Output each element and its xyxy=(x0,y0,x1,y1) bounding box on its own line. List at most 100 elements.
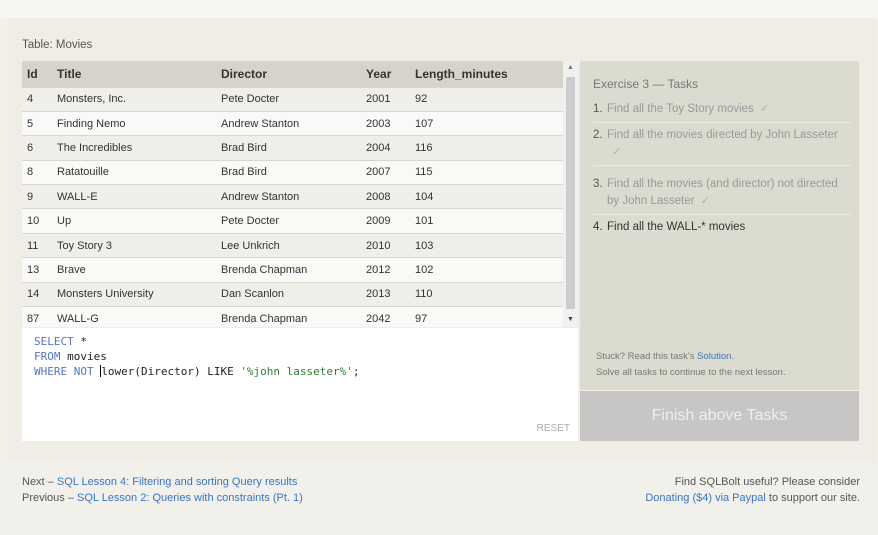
scroll-up-icon[interactable]: ▲ xyxy=(563,61,578,75)
sql-text: movies xyxy=(60,350,107,363)
cell-length: 104 xyxy=(410,184,563,209)
cell-director: Dan Scanlon xyxy=(216,281,361,307)
table-row: 14 Monsters University Dan Scanlon 2013 110 xyxy=(22,281,563,307)
task-item-3: 3. Find all the movies (and director) no… xyxy=(593,166,851,215)
cell-id: 4 xyxy=(22,86,52,112)
check-icon: ✓ xyxy=(700,195,711,207)
cell-year: 2012 xyxy=(361,257,410,283)
cell-title: Finding Nemo xyxy=(52,110,216,136)
cell-title: Monsters, Inc. xyxy=(52,86,216,112)
support-message: Find SQLBolt useful? Please consider Don… xyxy=(645,474,860,506)
column-header-director: Director xyxy=(216,61,361,87)
cell-title: Monsters University xyxy=(52,281,216,307)
cell-length: 97 xyxy=(410,306,563,327)
column-header-length: Length_minutes xyxy=(410,61,563,87)
table-row: 11 Toy Story 3 Lee Unkrich 2010 103 xyxy=(22,232,563,258)
reset-button[interactable]: RESET xyxy=(537,423,570,434)
cell-director: Brenda Chapman xyxy=(216,306,361,327)
task-text: Find all the WALL-* movies xyxy=(607,221,746,233)
task-item-2: 2. Find all the movies directed by John … xyxy=(593,123,851,166)
previous-lesson-link[interactable]: SQL Lesson 2: Queries with constraints (… xyxy=(77,492,303,504)
cell-length: 116 xyxy=(410,135,563,161)
check-icon: ✓ xyxy=(759,103,770,115)
help-text: Stuck? Read this task's Solution. Solve … xyxy=(596,349,786,381)
finish-tasks-button[interactable]: Finish above Tasks xyxy=(580,391,859,441)
scroll-thumb[interactable] xyxy=(566,77,575,309)
table-row: 4 Monsters, Inc. Pete Docter 2001 92 xyxy=(22,86,563,112)
donate-line: Donating ($4) via Paypal to support our … xyxy=(645,492,860,504)
column-header-title: Title xyxy=(52,61,216,87)
cell-title: WALL-E xyxy=(52,184,216,209)
task-text: Find all the movies (and director) not d… xyxy=(607,178,838,207)
sql-keyword: FROM xyxy=(34,350,61,363)
cell-id: 9 xyxy=(22,184,52,209)
cell-director: Brad Bird xyxy=(216,135,361,161)
task-number: 1. xyxy=(593,103,603,115)
results-table: Id Title Director Year Length_minutes 4M… xyxy=(22,61,563,327)
table-row: 9 WALL-E Andrew Stanton 2008 104 xyxy=(22,184,563,209)
cell-title: Toy Story 3 xyxy=(52,232,216,258)
results-table-container[interactable]: Id Title Director Year Length_minutes 4M… xyxy=(22,61,578,327)
cell-id: 11 xyxy=(22,232,52,258)
tasks-title: Exercise 3 — Tasks xyxy=(593,77,699,91)
cell-director: Andrew Stanton xyxy=(216,110,361,136)
task-item-4: 4. Find all the WALL-* movies xyxy=(593,215,851,240)
task-number: 3. xyxy=(593,178,603,190)
cell-length: 110 xyxy=(410,281,563,307)
cell-id: 13 xyxy=(22,257,52,283)
previous-lesson: Previous – SQL Lesson 2: Queries with co… xyxy=(22,492,303,504)
task-list: 1. Find all the Toy Story movies ✓ 2. Fin… xyxy=(593,97,851,240)
table-row: 10 Up Pete Docter 2009 101 xyxy=(22,208,563,234)
task-text: Find all the Toy Story movies ✓ xyxy=(607,103,770,115)
sql-editor[interactable]: SELECT * FROM movies WHERE NOT lower(Dir… xyxy=(22,328,578,441)
sql-keyword: WHERE NOT xyxy=(34,365,94,378)
cell-year: 2009 xyxy=(361,208,410,234)
table-row: 6 The Incredibles Brad Bird 2004 116 xyxy=(22,135,563,161)
solution-link[interactable]: Solution xyxy=(697,351,731,362)
table-row: 87 WALL-G Brenda Chapman 2042 97 xyxy=(22,306,563,327)
cell-title: WALL-G xyxy=(52,306,216,327)
sql-text: lower(Director) LIKE xyxy=(101,365,241,378)
cell-director: Lee Unkrich xyxy=(216,232,361,258)
stuck-line: Stuck? Read this task's Solution. xyxy=(596,351,735,362)
solve-all-text: Solve all tasks to continue to the next … xyxy=(596,367,786,378)
cell-director: Pete Docter xyxy=(216,208,361,234)
top-bar xyxy=(0,0,878,18)
cell-title: Ratatouille xyxy=(52,159,216,185)
cell-id: 10 xyxy=(22,208,52,234)
cell-director: Brad Bird xyxy=(216,159,361,185)
check-icon: ✓ xyxy=(612,146,622,158)
cell-length: 101 xyxy=(410,208,563,234)
cell-length: 92 xyxy=(410,86,563,112)
support-text: Find SQLBolt useful? Please consider xyxy=(674,476,860,488)
cell-length: 107 xyxy=(410,110,563,136)
table-row: 8 Ratatouille Brad Bird 2007 115 xyxy=(22,159,563,185)
cell-director: Pete Docter xyxy=(216,86,361,112)
cell-year: 2004 xyxy=(361,135,410,161)
next-lesson: Next – SQL Lesson 4: Filtering and sorti… xyxy=(22,476,298,488)
cell-id: 14 xyxy=(22,281,52,307)
sql-string: '%john lasseter%' xyxy=(240,365,353,378)
task-number: 2. xyxy=(593,129,603,141)
sql-text: ; xyxy=(352,365,360,378)
table-row: 5 Finding Nemo Andrew Stanton 2003 107 xyxy=(22,110,563,136)
cell-year: 2007 xyxy=(361,159,410,185)
cell-id: 8 xyxy=(22,159,52,185)
scroll-down-icon[interactable]: ▼ xyxy=(563,313,578,327)
next-lesson-link[interactable]: SQL Lesson 4: Filtering and sorting Quer… xyxy=(57,476,298,488)
cell-director: Brenda Chapman xyxy=(216,257,361,283)
table-row: 13 Brave Brenda Chapman 2012 102 xyxy=(22,257,563,283)
column-header-year: Year xyxy=(361,61,410,87)
cell-year: 2003 xyxy=(361,110,410,136)
cell-title: The Incredibles xyxy=(52,135,216,161)
code-line-1: SELECT * xyxy=(34,335,87,348)
cell-year: 2001 xyxy=(361,86,410,112)
code-line-2: FROM movies xyxy=(34,350,107,363)
lesson-navigation: Next – SQL Lesson 4: Filtering and sorti… xyxy=(22,474,303,506)
donate-link[interactable]: Donating ($4) via Paypal xyxy=(645,492,765,504)
table-scrollbar[interactable]: ▲ ▼ xyxy=(563,61,578,327)
cell-id: 6 xyxy=(22,135,52,161)
cell-year: 2008 xyxy=(361,184,410,209)
tasks-panel: Exercise 3 — Tasks 1. Find all the Toy S… xyxy=(580,61,859,390)
cell-length: 115 xyxy=(410,159,563,185)
